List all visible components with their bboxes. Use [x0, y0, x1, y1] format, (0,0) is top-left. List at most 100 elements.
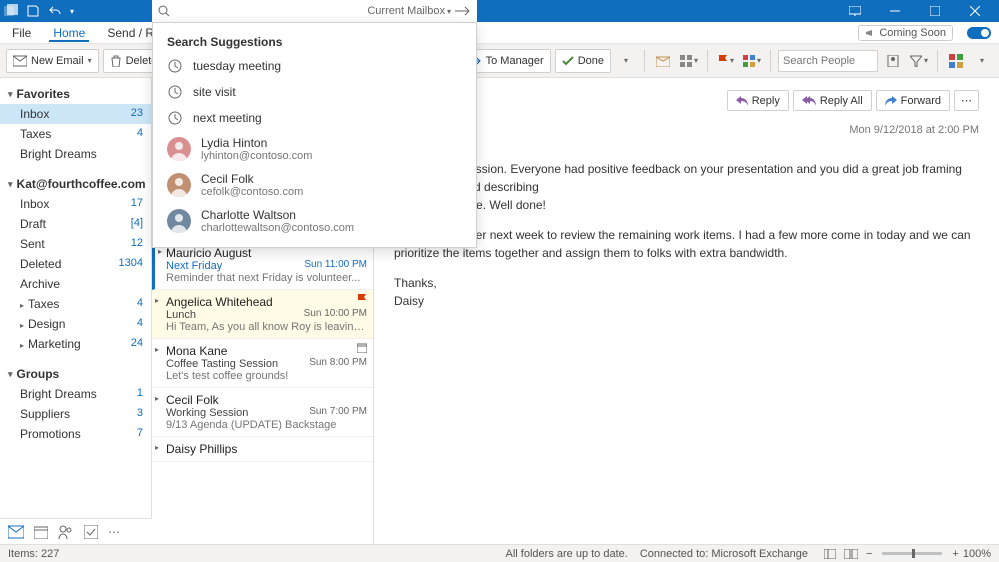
message-from: Cecil Folk	[166, 393, 367, 407]
nav-taxes[interactable]: Taxes4	[0, 124, 151, 144]
nav-bright-dreams[interactable]: Bright Dreams	[0, 144, 151, 164]
undo-caret[interactable]: ▾	[70, 7, 74, 16]
zoom-value: 100%	[963, 548, 991, 560]
zoom-slider[interactable]	[882, 552, 942, 555]
groups-header[interactable]: ▾Groups	[0, 364, 151, 384]
message-from: Angelica Whitehead	[166, 295, 367, 309]
suggestion-person[interactable]: Lydia Hintonlyhinton@contoso.com	[153, 131, 476, 167]
search-input[interactable]	[176, 4, 367, 18]
nav-group-promotions[interactable]: Promotions7	[0, 424, 151, 444]
suggestion-text: next meeting	[193, 111, 462, 125]
nav-acct-archive[interactable]: Archive	[0, 274, 151, 294]
reply-button[interactable]: Reply	[727, 90, 789, 111]
message-body: ay's working session. Everyone had posit…	[394, 160, 979, 310]
categorize-button[interactable]: ▾	[741, 50, 763, 72]
reply-all-button[interactable]: Reply All	[793, 90, 872, 111]
nav-acct-sent[interactable]: Sent12	[0, 234, 151, 254]
message-preview: Let's test coffee grounds!	[166, 370, 367, 382]
nav-acct-marketing[interactable]: ▸Marketing24	[0, 334, 151, 354]
calendar-nav-icon[interactable]	[34, 525, 48, 539]
address-book-button[interactable]	[882, 50, 904, 72]
zoom-out-icon[interactable]: −	[866, 548, 872, 560]
search-bar[interactable]: Current Mailbox ▾	[152, 0, 477, 22]
quick-steps-dropdown[interactable]: ▾	[615, 50, 637, 72]
suggestion-person[interactable]: Charlotte Waltsoncharlottewaltson@contos…	[153, 203, 476, 239]
message-item[interactable]: ▸Daisy Phillips	[152, 437, 373, 462]
message-time: Sun 8:00 PM	[309, 357, 367, 368]
ribbon-display-icon[interactable]	[835, 0, 875, 22]
coming-soon-badge[interactable]: Coming Soon	[858, 25, 953, 41]
history-icon	[167, 58, 183, 74]
suggestion-name: Charlotte Waltson	[201, 208, 462, 222]
bottom-nav: ⋯	[0, 518, 152, 544]
chevron-right-icon: ▸	[158, 247, 162, 256]
tab-home[interactable]: Home	[49, 24, 89, 42]
maximize-icon[interactable]	[915, 0, 955, 22]
search-scope-dropdown[interactable]: Current Mailbox ▾	[367, 5, 451, 17]
status-connection: Connected to: Microsoft Exchange	[640, 548, 808, 560]
ribbon-expand[interactable]: ▾	[971, 50, 993, 72]
nav-acct-design[interactable]: ▸Design4	[0, 314, 151, 334]
rules-button[interactable]: ▾	[678, 50, 700, 72]
message-preview: Hi Team, As you all know Roy is leaving …	[166, 321, 367, 333]
mail-icon	[13, 55, 27, 67]
nav-acct-taxes[interactable]: ▸Taxes4	[0, 294, 151, 314]
titlebar: ▾	[0, 0, 999, 22]
suggestion-person[interactable]: Cecil Folkcefolk@contoso.com	[153, 167, 476, 203]
suggestion-text: site visit	[193, 85, 462, 99]
view-reading-icon[interactable]	[844, 549, 858, 559]
status-sync: All folders are up to date.	[506, 548, 628, 560]
nav-group-suppliers[interactable]: Suppliers3	[0, 404, 151, 424]
follow-up-button[interactable]: ▾	[715, 50, 737, 72]
nav-acct-draft[interactable]: Draft[4]	[0, 214, 151, 234]
tab-file[interactable]: File	[8, 24, 35, 42]
nav-inbox[interactable]: Inbox23	[0, 104, 151, 124]
save-icon[interactable]	[26, 4, 40, 18]
suggestion-recent[interactable]: site visit	[153, 79, 476, 105]
suggestion-recent[interactable]: next meeting	[153, 105, 476, 131]
flag-icon	[357, 294, 367, 306]
get-addins-button[interactable]	[945, 50, 967, 72]
chevron-right-icon: ▸	[155, 296, 159, 305]
nav-group-bright[interactable]: Bright Dreams1	[0, 384, 151, 404]
more-actions-button[interactable]: ⋯	[954, 90, 979, 111]
history-icon	[167, 110, 183, 126]
message-item[interactable]: ▸Cecil FolkWorking Session9/13 Agenda (U…	[152, 388, 373, 437]
mail-nav-icon[interactable]	[8, 525, 24, 539]
filter-button[interactable]: ▾	[908, 50, 930, 72]
chevron-right-icon: ▸	[155, 345, 159, 354]
search-scope-label: Current Mailbox	[367, 5, 445, 17]
suggestion-recent[interactable]: tuesday meeting	[153, 53, 476, 79]
coming-soon-toggle[interactable]	[967, 27, 991, 39]
forward-icon	[885, 96, 897, 106]
account-header[interactable]: ▾Kat@fourthcoffee.com	[0, 174, 151, 194]
tasks-nav-icon[interactable]	[84, 525, 98, 539]
search-go-icon[interactable]	[455, 5, 471, 17]
people-nav-icon[interactable]	[58, 525, 74, 539]
folder-pane: ▾Favorites Inbox23 Taxes4 Bright Dreams …	[0, 78, 152, 544]
suggestion-email: charlottewaltson@contoso.com	[201, 222, 462, 234]
nav-acct-deleted[interactable]: Deleted1304	[0, 254, 151, 274]
move-button[interactable]	[652, 50, 674, 72]
ribbon: New Email ▾ Delete ▾ am Email To Manager…	[0, 44, 999, 78]
message-item[interactable]: ▸Mauricio AugustNext FridayReminder that…	[152, 241, 373, 290]
message-from: Mona Kane	[166, 344, 367, 358]
message-time: Sun 11:00 PM	[304, 259, 367, 270]
forward-button[interactable]: Forward	[876, 90, 950, 111]
quick-step-done[interactable]: Done	[555, 49, 611, 73]
favorites-header[interactable]: ▾Favorites	[0, 84, 151, 104]
message-item[interactable]: ▸Mona KaneCoffee Tasting SessionLet's te…	[152, 339, 373, 388]
new-email-button[interactable]: New Email ▾	[6, 49, 99, 73]
avatar-icon	[167, 137, 191, 161]
undo-icon[interactable]	[48, 4, 62, 18]
close-icon[interactable]	[955, 0, 995, 22]
zoom-in-icon[interactable]: +	[952, 548, 958, 560]
view-normal-icon[interactable]	[824, 549, 836, 559]
message-item[interactable]: ▸Angelica WhiteheadLunchHi Team, As you …	[152, 290, 373, 339]
message-preview: 9/13 Agenda (UPDATE) Backstage	[166, 419, 367, 431]
more-nav-icon[interactable]: ⋯	[108, 525, 120, 539]
message-date: Mon 9/12/2018 at 2:00 PM	[394, 124, 979, 136]
nav-acct-inbox[interactable]: Inbox17	[0, 194, 151, 214]
search-people-input[interactable]	[778, 50, 878, 72]
minimize-icon[interactable]	[875, 0, 915, 22]
